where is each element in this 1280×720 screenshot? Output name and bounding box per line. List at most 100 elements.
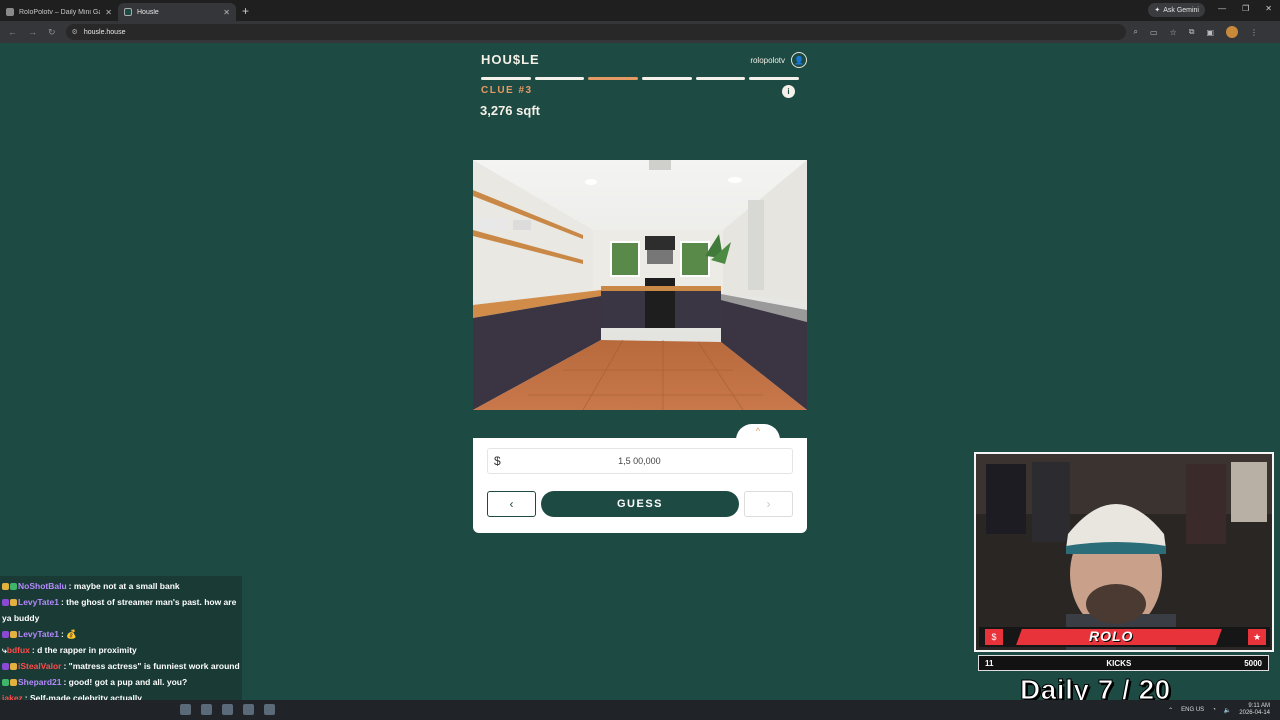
bookmark-star-icon[interactable]: ☆ (1170, 28, 1177, 37)
chat-text: : "matress actress" is funniest work aro… (63, 661, 240, 671)
collapse-panel-button[interactable]: ^ (736, 424, 780, 440)
chat-message: LevyTate1: the ghost of streamer man's p… (2, 594, 240, 626)
chat-badge-icon (2, 663, 9, 670)
profile-avatar-icon[interactable] (1226, 26, 1239, 38)
currency-symbol: $ (494, 454, 501, 468)
webcam-feed (976, 454, 1272, 650)
chat-badge-icon (10, 663, 17, 670)
tab-title: RoloPolotv – Daily Mini Game | (19, 8, 100, 16)
chat-badge-icon (2, 599, 9, 606)
tab-rolopolotv[interactable]: RoloPolotv – Daily Mini Game | ✕ (0, 3, 118, 21)
window-controls: — ❐ ✕ (1218, 4, 1272, 13)
chevron-right-icon: › (766, 497, 771, 511)
site-info-icon[interactable]: ⚙ (72, 28, 78, 36)
extensions-icon[interactable]: ⧉ (1189, 27, 1195, 37)
house-photo-kitchen (473, 160, 807, 410)
chat-text: : d the rapper in proximity (31, 645, 137, 655)
chat-text: : (60, 629, 64, 639)
search-icon[interactable] (201, 704, 212, 715)
user-icon[interactable]: 👤 (791, 52, 807, 68)
brand-logo: ROLO (1089, 628, 1134, 644)
cast-icon[interactable]: ▭ (1150, 28, 1158, 37)
zoom-icon[interactable]: ⌕ (1134, 27, 1138, 37)
chat-badge-icon (10, 599, 17, 606)
webcam-brand-bar: $ ROLO ★ (979, 627, 1270, 647)
close-tab-icon[interactable]: ✕ (223, 8, 230, 17)
clue-title: CLUE #3 (481, 85, 533, 96)
price-input-value[interactable]: 1,5 00,000 (501, 456, 792, 466)
money-bag-emote-icon: 💰 (66, 629, 77, 639)
chat-badge-icon (2, 583, 9, 590)
username: rolopolotv (750, 55, 785, 65)
next-clue-button[interactable]: › (744, 491, 793, 517)
chrome-icon[interactable] (222, 704, 233, 715)
language-indicator[interactable]: ENG US (1181, 707, 1204, 713)
ask-gemini-button[interactable]: ✦ Ask Gemini (1148, 3, 1205, 17)
progress-segment (642, 77, 692, 80)
tab-favicon (6, 8, 14, 16)
webcam-overlay (974, 452, 1274, 652)
progress-segment (481, 77, 531, 80)
windows-taskbar: ⌃ ENG US ◔ 🔈 9:11 AM 2026-04-14 (0, 700, 1280, 720)
tab-housle[interactable]: Housle ✕ (118, 3, 236, 21)
clue-value: 3,276 sqft (480, 103, 540, 118)
reload-icon[interactable]: ↻ (48, 27, 56, 38)
progress-segment (695, 77, 746, 80)
progress-segment (749, 77, 800, 80)
chat-badge-icon (10, 631, 17, 638)
chat-message: ⤷bdfux: d the rapper in proximity (2, 642, 240, 658)
chat-text: : good! got a pup and all. you? (63, 677, 188, 687)
restore-icon[interactable]: ❐ (1242, 4, 1249, 13)
clock[interactable]: 9:11 AM 2026-04-14 (1239, 703, 1270, 717)
housle-logo[interactable]: HOU$LE (481, 52, 540, 67)
chat-message: LevyTate1: 💰 (2, 626, 240, 642)
progress-segment (588, 77, 639, 80)
taskbar-apps (180, 704, 275, 715)
user-account[interactable]: rolopolotv 👤 (750, 52, 807, 68)
browser-tab-bar: RoloPolotv – Daily Mini Game | ✕ Housle … (0, 0, 1280, 21)
kicks-goal-bar: 11 KICKS 5000 (978, 655, 1269, 671)
tab-favicon (124, 8, 132, 16)
back-icon[interactable]: ← (8, 27, 17, 38)
chevron-left-icon: ‹ (509, 497, 514, 511)
browser-toolbar: ← → ↻ ⚙ housle.house ⌕ ▭ ☆ ⧉ ▣ ⋮ (0, 21, 1280, 43)
url-text: housle.house (83, 28, 126, 36)
volume-icon[interactable]: 🔈 (1224, 707, 1231, 714)
folder-icon[interactable] (243, 704, 254, 715)
close-window-icon[interactable]: ✕ (1265, 4, 1272, 13)
price-input[interactable]: $ 1,5 00,000 (487, 448, 793, 474)
kicks-goal: 5000 (1244, 658, 1262, 668)
wifi-icon[interactable]: ◔ (1212, 707, 1216, 713)
chat-username: bdfux (6, 645, 30, 655)
chevron-up-icon[interactable]: ⌃ (1168, 707, 1173, 714)
gemini-icon: ✦ (1154, 7, 1161, 14)
clock-date: 2026-04-14 (1239, 710, 1270, 716)
clue-progress-bar (481, 77, 800, 80)
sidepanel-icon[interactable]: ▣ (1206, 28, 1214, 37)
chat-message: Shepard21: good! got a pup and all. you? (2, 674, 240, 690)
chat-username: NoShotBalu (18, 581, 67, 591)
chat-username: iStealValor (18, 661, 62, 671)
start-icon[interactable] (180, 704, 191, 715)
chat-message: iStealValor: "matress actress" is funnie… (2, 658, 240, 674)
nav-buttons: ← → ↻ (8, 27, 56, 38)
guess-panel: ^ $ 1,5 00,000 ‹ GUESS › (473, 424, 807, 533)
kicks-current: 11 (985, 658, 994, 668)
chevron-up-icon: ^ (755, 426, 761, 436)
previous-clue-button[interactable]: ‹ (487, 491, 536, 517)
guess-button[interactable]: GUESS (541, 491, 739, 517)
app-icon[interactable] (264, 704, 275, 715)
forward-icon[interactable]: → (28, 27, 37, 38)
stream-chat-overlay: NoShotBalu: maybe not at a small bank Le… (0, 576, 242, 703)
minimize-icon[interactable]: — (1218, 4, 1226, 13)
new-tab-button[interactable]: + (242, 4, 249, 18)
address-bar[interactable]: ⚙ housle.house (65, 24, 1126, 40)
chat-badge-icon (10, 679, 17, 686)
chat-badge-icon (2, 631, 9, 638)
close-tab-icon[interactable]: ✕ (105, 8, 112, 17)
info-icon[interactable]: i (782, 85, 795, 98)
menu-kebab-icon[interactable]: ⋮ (1250, 28, 1258, 37)
tab-title: Housle (137, 8, 159, 16)
browser-tools: ⌕ ▭ ☆ ⧉ ▣ ⋮ (1134, 26, 1258, 38)
chat-username: LevyTate1 (18, 597, 59, 607)
